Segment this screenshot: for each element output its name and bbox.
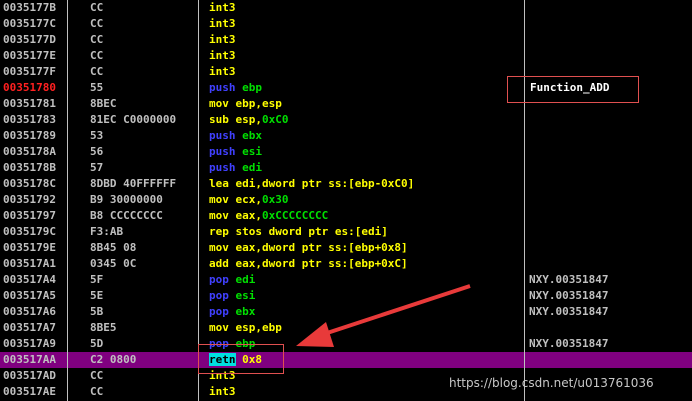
pointer-arrow-icon <box>296 284 471 347</box>
csdn-watermark: https://blog.csdn.net/u013761036 <box>449 376 654 390</box>
